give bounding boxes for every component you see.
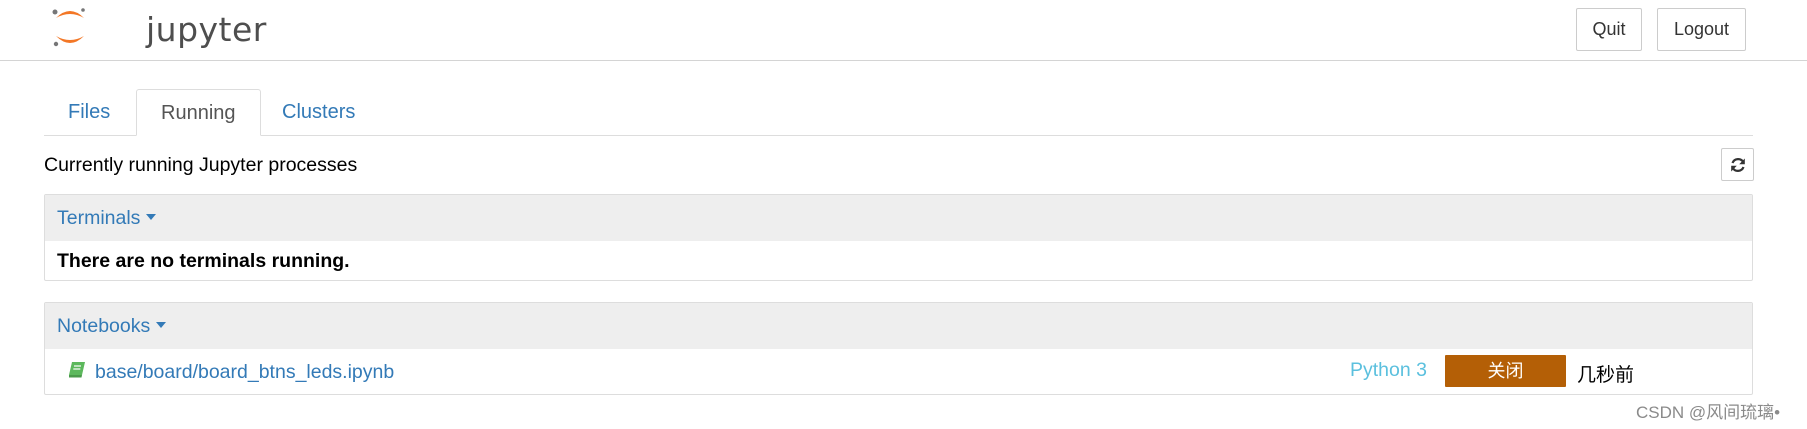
terminals-toggle[interactable]: Terminals (57, 207, 157, 230)
terminals-panel-header[interactable]: Terminals (45, 195, 1752, 241)
refresh-icon (1731, 158, 1745, 172)
jupyter-logo[interactable]: jupyter (50, 6, 266, 52)
notebooks-toggle[interactable]: Notebooks (57, 315, 167, 338)
notebook-book-icon (69, 362, 85, 378)
caret-down-icon (156, 321, 167, 328)
shutdown-button[interactable]: 关闭 (1445, 355, 1566, 387)
header-bar: jupyter Quit Logout (0, 0, 1807, 61)
notebooks-panel-header[interactable]: Notebooks (45, 303, 1752, 349)
refresh-button[interactable] (1721, 148, 1754, 181)
running-caption: Currently running Jupyter processes (44, 154, 358, 176)
last-activity: 几秒前 (1577, 365, 1635, 386)
jupyter-logo-icon (52, 8, 85, 47)
logout-button[interactable]: Logout (1657, 8, 1746, 51)
notebook-link[interactable]: base/board/board_btns_leds.ipynb (95, 361, 394, 384)
watermark: CSDN @风间琉璃• (1636, 403, 1781, 422)
notebooks-panel: Notebooks base/board/board_btns_leds.ipy… (44, 302, 1753, 395)
tab-running[interactable]: Running (136, 89, 261, 136)
list-item: base/board/board_btns_leds.ipynb Python … (45, 349, 1752, 394)
quit-button[interactable]: Quit (1576, 8, 1642, 51)
tab-files[interactable]: Files (44, 89, 134, 136)
tab-clusters[interactable]: Clusters (258, 89, 379, 136)
kernel-name: Python 3 (1350, 359, 1427, 381)
notebooks-title: Notebooks (57, 315, 151, 337)
logo-text: jupyter (146, 10, 267, 49)
no-terminals-message: There are no terminals running. (57, 250, 350, 272)
caret-down-icon (146, 213, 157, 220)
main-tabs: Files Running Clusters (44, 89, 1753, 136)
terminals-panel: Terminals There are no terminals running… (44, 194, 1753, 281)
terminals-title: Terminals (57, 207, 141, 229)
